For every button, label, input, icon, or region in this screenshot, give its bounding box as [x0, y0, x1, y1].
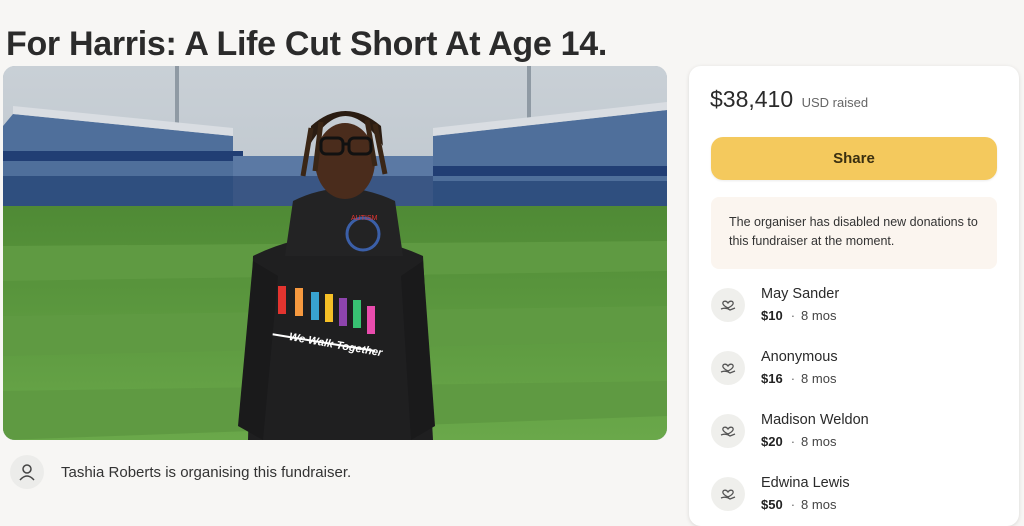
amount-raised: $38,410 USD raised [710, 86, 868, 113]
organiser-text: Tashia Roberts is organising this fundra… [61, 463, 352, 481]
heart-hand-icon [711, 351, 745, 385]
donor-time: 8 mos [801, 371, 837, 386]
donor-meta: $10 · 8 mos [761, 308, 836, 323]
separator-dot: · [790, 434, 796, 449]
separator-dot: · [790, 308, 796, 323]
donor-name: Edwina Lewis [761, 475, 850, 491]
separator-dot: · [790, 371, 796, 386]
shirt-logo-text: AUTISM [351, 215, 378, 222]
donor-time: 8 mos [801, 497, 837, 512]
donor-item: Madison Weldon $20 · 8 mos [711, 412, 1001, 456]
donor-time: 8 mos [801, 308, 837, 323]
donor-amount: $50 [761, 497, 783, 512]
donor-item: Anonymous $16 · 8 mos [711, 349, 1001, 393]
donation-panel: $38,410 USD raised Share The organiser h… [689, 66, 1019, 526]
donor-name: Madison Weldon [761, 412, 869, 428]
separator-dot: · [790, 497, 796, 512]
donor-time: 8 mos [801, 434, 837, 449]
heart-hand-icon [711, 477, 745, 511]
heart-hand-icon [711, 414, 745, 448]
donor-amount: $16 [761, 371, 783, 386]
organiser-row: Tashia Roberts is organising this fundra… [10, 454, 650, 490]
donor-name: Anonymous [761, 349, 838, 365]
fundraiser-hero-image[interactable]: We Walk Together AUTISM [3, 66, 667, 440]
donor-item: Edwina Lewis $50 · 8 mos [711, 475, 1001, 519]
donor-amount: $10 [761, 308, 783, 323]
donor-amount: $20 [761, 434, 783, 449]
donor-meta: $50 · 8 mos [761, 497, 836, 512]
donor-name: May Sander [761, 286, 840, 302]
raised-label: USD raised [801, 95, 869, 110]
donations-disabled-notice: The organiser has disabled new donations… [711, 197, 997, 269]
donor-item: May Sander $10 · 8 mos [711, 286, 1001, 330]
share-button[interactable]: Share [711, 137, 997, 180]
heart-hand-icon [711, 288, 745, 322]
user-icon [10, 455, 44, 489]
donor-meta: $20 · 8 mos [761, 434, 836, 449]
page-title: For Harris: A Life Cut Short At Age 14. [6, 24, 607, 63]
donor-meta: $16 · 8 mos [761, 371, 836, 386]
raised-amount: $38,410 [710, 86, 794, 112]
